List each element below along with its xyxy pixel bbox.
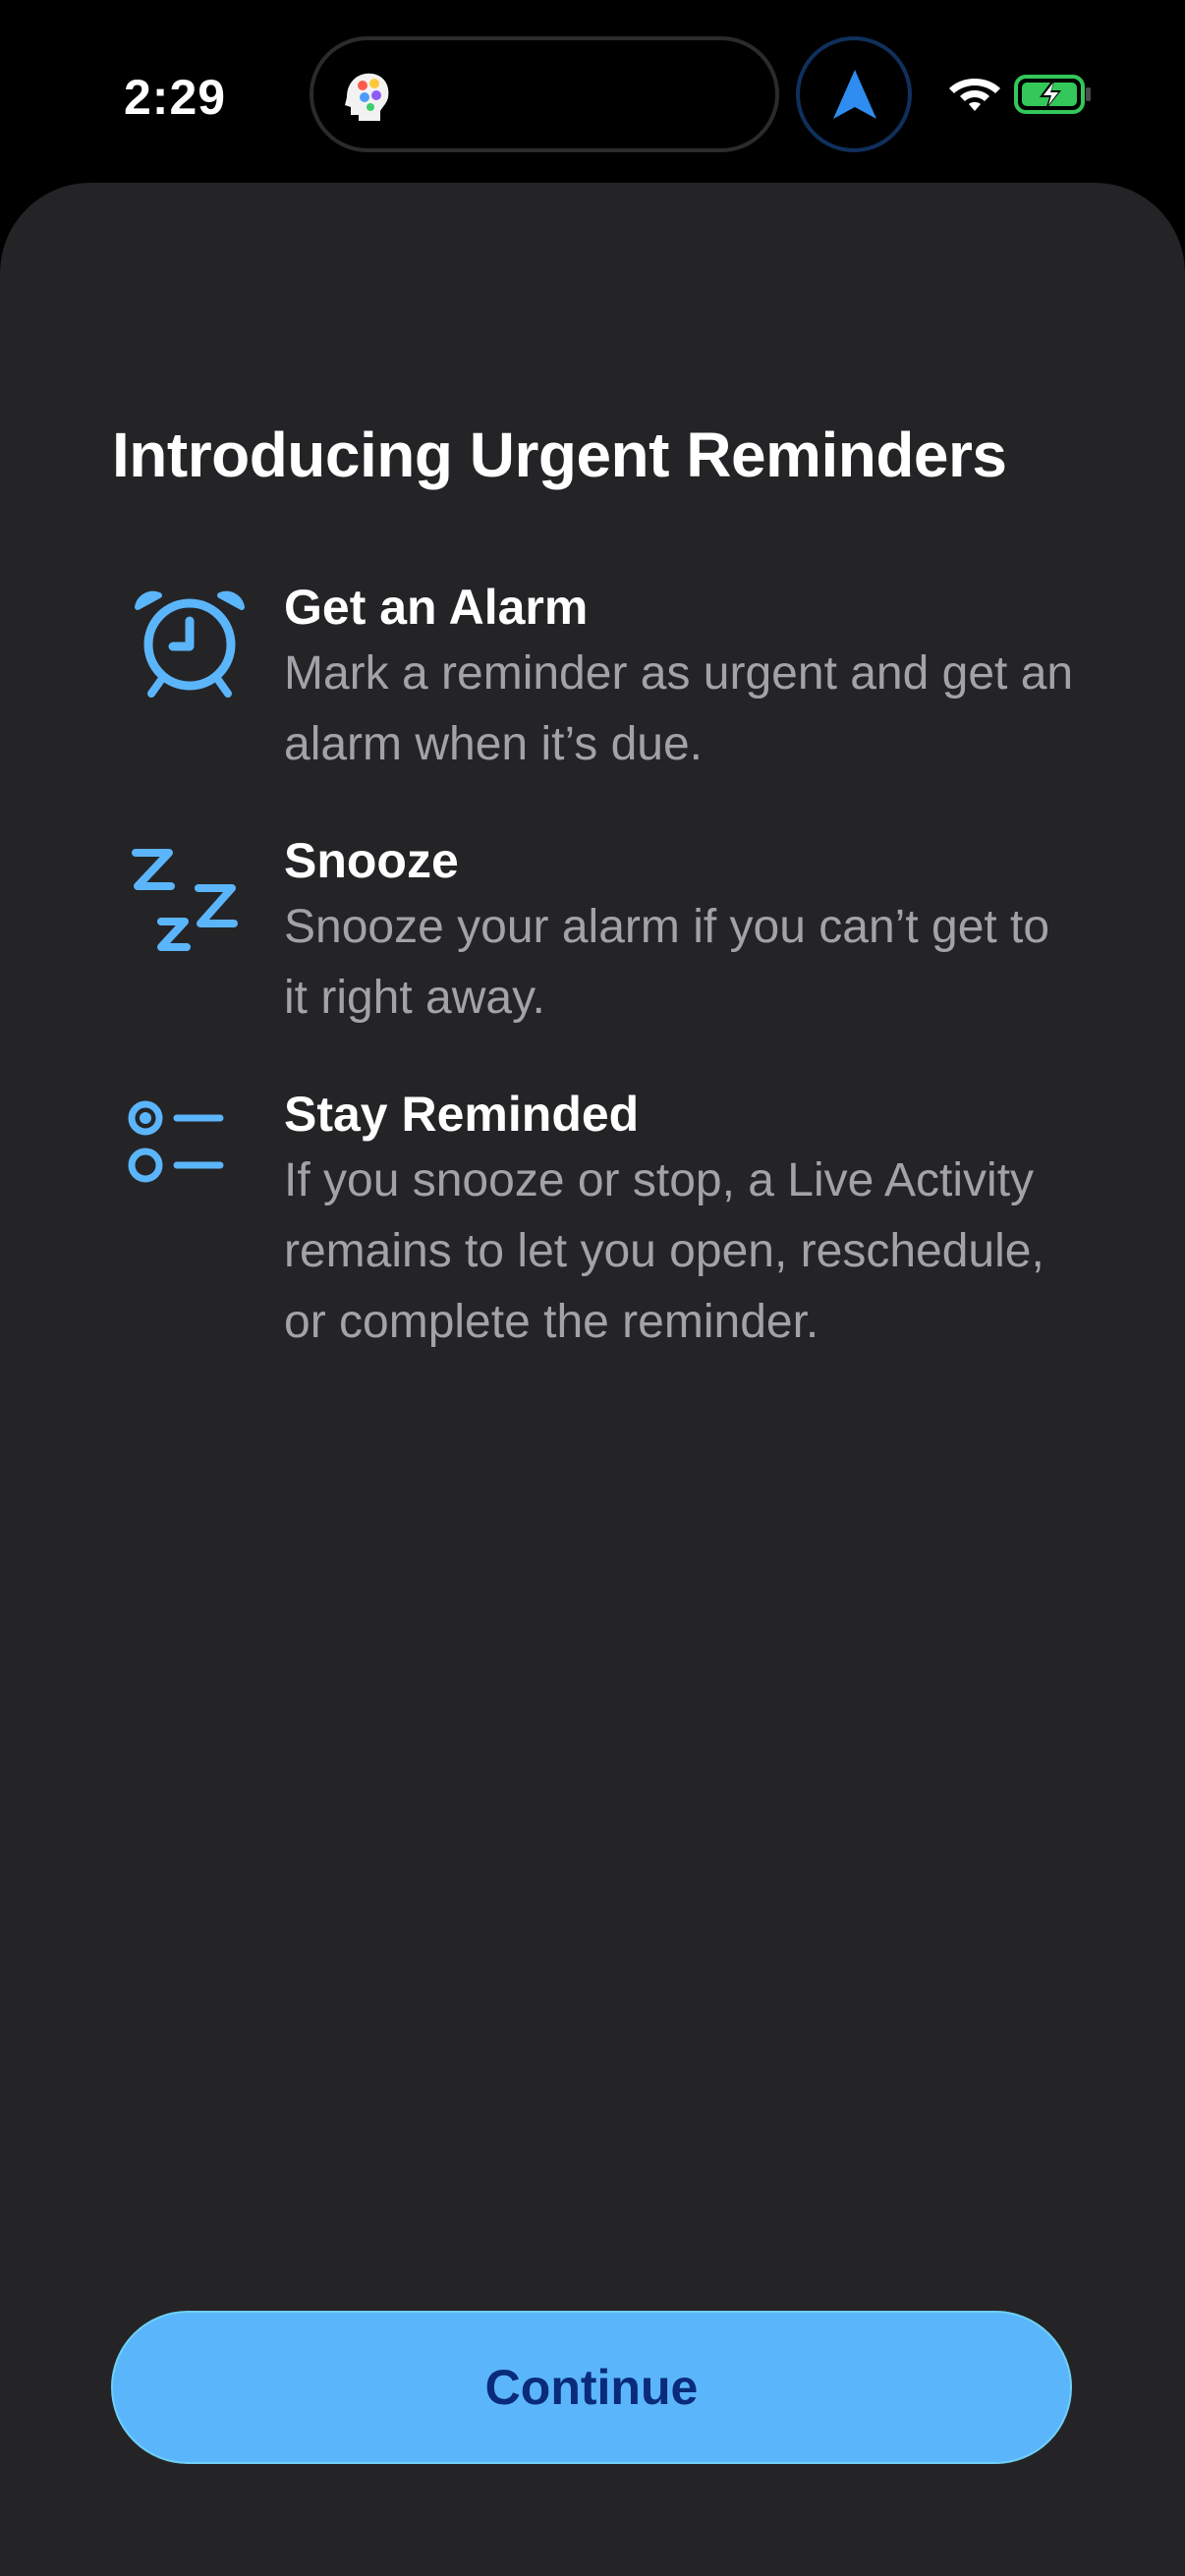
feature-text: Stay Reminded If you snooze or stop, a L… (284, 1085, 1080, 1358)
wifi-icon (949, 79, 1000, 111)
status-bar: 2:29 (0, 0, 1185, 187)
feature-title: Snooze (284, 833, 459, 888)
status-time: 2:29 (124, 70, 227, 125)
continue-button[interactable]: Continue (111, 2311, 1072, 2464)
onboarding-sheet: Introducing Urgent Reminders Get an Alar… (0, 183, 1185, 2576)
feature-description: Snooze your alarm if you can’t get to it… (284, 901, 1050, 1024)
alarm-clock-icon (135, 590, 245, 698)
navigation-activity[interactable] (796, 36, 912, 152)
feature-description: Mark a reminder as urgent and get an ala… (284, 647, 1074, 770)
location-arrow-icon (833, 70, 876, 119)
feature-text: Get an Alarm Mark a reminder as urgent a… (284, 578, 1080, 780)
feature-title: Stay Reminded (284, 1087, 640, 1142)
brain-head-icon (345, 73, 389, 121)
feature-title: Get an Alarm (284, 580, 589, 635)
page-title: Introducing Urgent Reminders (112, 420, 1007, 490)
dynamic-island[interactable] (310, 36, 779, 152)
battery-charging-icon (1014, 75, 1091, 114)
feature-description: If you snooze or stop, a Live Activity r… (284, 1154, 1044, 1348)
feature-text: Snooze Snooze your alarm if you can’t ge… (284, 831, 1080, 1034)
snooze-zzz-icon (132, 849, 238, 951)
list-options-icon (128, 1100, 224, 1183)
